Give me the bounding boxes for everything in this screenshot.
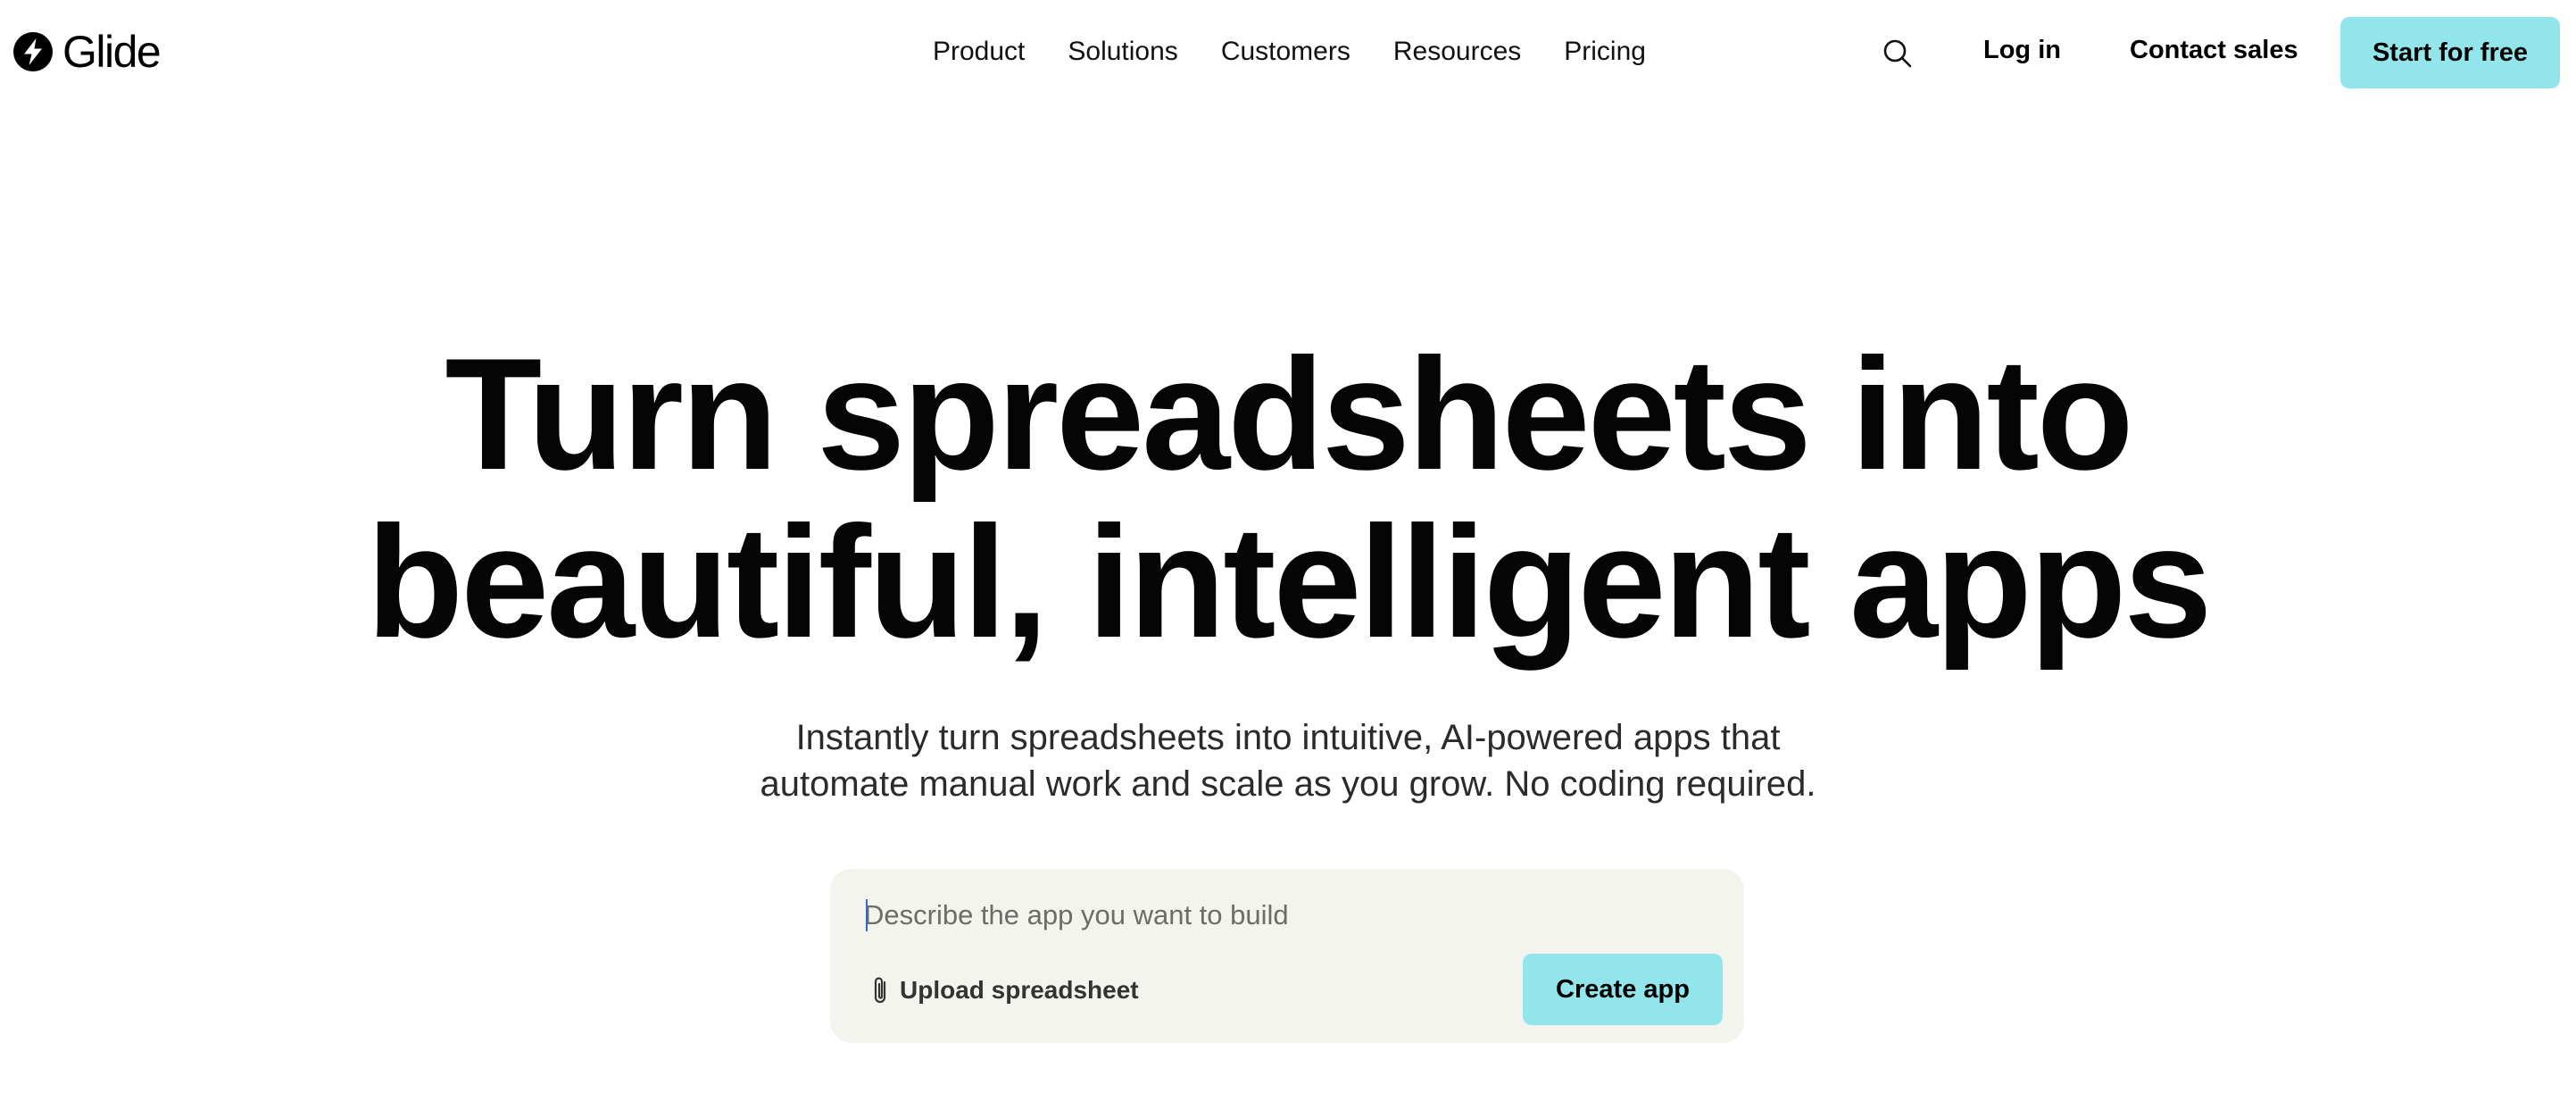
site-header: Glide Product Solutions Customers Resour… [0,0,2576,105]
upload-spreadsheet-label: Upload spreadsheet [900,976,1139,1004]
hero-subtitle-line-2: automate manual work and scale as you gr… [760,764,1816,804]
nav-item-resources[interactable]: Resources [1393,37,1521,67]
nav-item-pricing[interactable]: Pricing [1564,37,1646,67]
contact-sales-link[interactable]: Contact sales [2130,36,2298,65]
glide-logo[interactable]: Glide [12,27,162,77]
start-for-free-button[interactable]: Start for free [2340,17,2560,88]
text-caret [866,899,868,931]
search-icon [1883,39,1912,68]
hero-title-line-1: Turn spreadsheets into [445,325,2133,503]
app-description-input[interactable] [864,890,1703,940]
hero-subtitle: Instantly turn spreadsheets into intuiti… [574,714,2002,807]
page: Glide Product Solutions Customers Resour… [0,0,2576,1093]
create-app-button[interactable]: Create app [1523,954,1723,1025]
login-link[interactable]: Log in [1983,36,2061,65]
bolt-circle-icon [13,32,53,71]
search-button[interactable] [1878,34,1917,73]
upload-spreadsheet-button[interactable]: Upload spreadsheet [869,972,1139,1008]
paperclip-icon [874,977,886,1004]
hero-subtitle-line-1: Instantly turn spreadsheets into intuiti… [795,718,1781,757]
hero-title: Turn spreadsheets into beautiful, intell… [217,330,2359,666]
main-nav: Product Solutions Customers Resources Pr… [933,29,1646,75]
nav-item-customers[interactable]: Customers [1221,37,1350,67]
nav-item-solutions[interactable]: Solutions [1068,37,1177,67]
app-prompt-box: Upload spreadsheet Create app [830,869,1744,1043]
nav-item-product[interactable]: Product [933,37,1025,67]
hero-title-line-2: beautiful, intelligent apps [366,493,2213,671]
brand-name: Glide [62,27,162,77]
